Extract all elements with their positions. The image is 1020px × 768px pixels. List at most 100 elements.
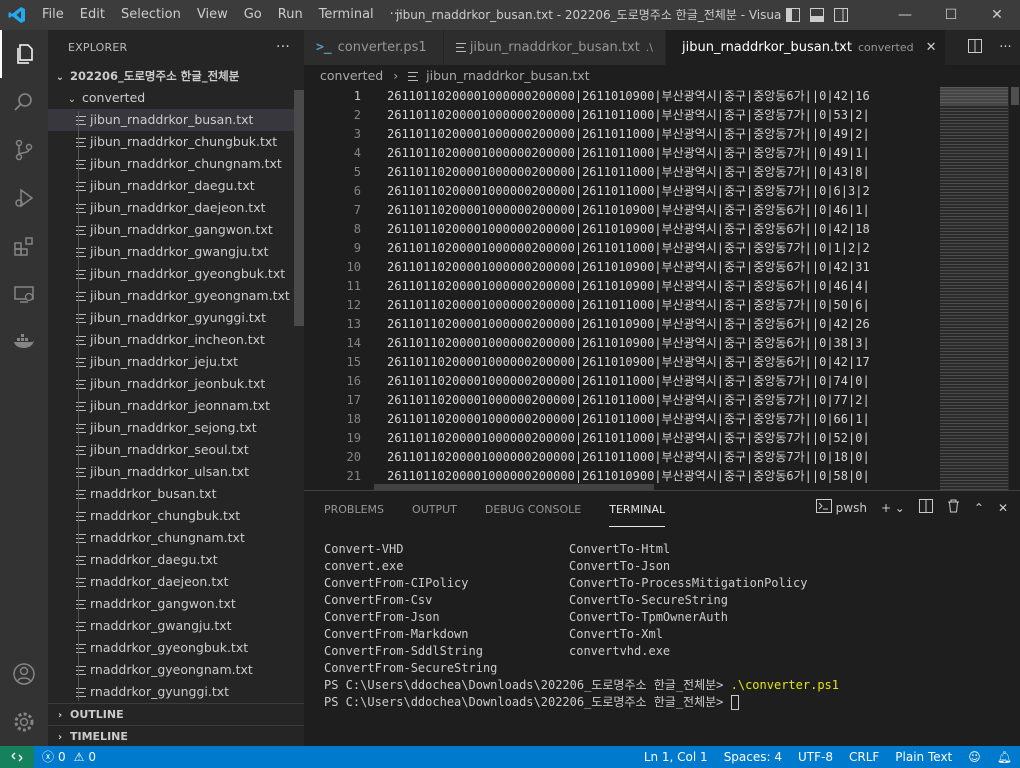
docker-icon[interactable]	[0, 318, 48, 366]
explorer-more-actions[interactable]: ···	[276, 30, 290, 65]
notifications-bell-icon[interactable]: 🔔︎	[989, 746, 1020, 768]
file-item[interactable]: rnaddrkor_chungnam.txt	[48, 527, 304, 549]
end-of-line[interactable]: CRLF	[841, 746, 887, 768]
timeline-section[interactable]: › TIMELINE	[48, 725, 304, 747]
maximize-button[interactable]: ☐	[928, 0, 974, 30]
extensions-icon[interactable]	[0, 222, 48, 270]
file-item[interactable]: jibun_rnaddrkor_incheon.txt	[48, 329, 304, 351]
new-terminal-icon[interactable]: + ⌄	[881, 501, 905, 515]
tab-busan-converted[interactable]: jibun_rnaddrkor_busan.txt converted ✕	[666, 30, 946, 65]
file-item[interactable]: jibun_rnaddrkor_gyunggi.txt	[48, 307, 304, 329]
file-item[interactable]: rnaddrkor_daegu.txt	[48, 549, 304, 571]
activity-bar	[0, 30, 48, 746]
close-button[interactable]: ✕	[974, 0, 1020, 30]
workspace-root-folder[interactable]: ⌄ 202206_도로명주소 한글_전체분	[48, 65, 304, 87]
file-item[interactable]: jibun_rnaddrkor_gwangju.txt	[48, 241, 304, 263]
line-number: 15	[346, 355, 361, 369]
tab-output[interactable]: OUTPUT	[412, 501, 457, 527]
menu-selection[interactable]: Selection	[113, 0, 189, 30]
more-actions-icon[interactable]: ···	[999, 40, 1011, 55]
menu-view[interactable]: View	[189, 0, 236, 30]
file-item[interactable]: jibun_rnaddrkor_daejeon.txt	[48, 197, 304, 219]
accounts-icon[interactable]	[0, 650, 48, 698]
problems-indicator[interactable]: ⓧ 0 ⚠ 0	[42, 746, 96, 768]
editor-area[interactable]: 1 26110110200001000000200000|2611010900|부…	[304, 87, 1020, 490]
breadcrumb-file[interactable]: jibun_rnaddrkor_busan.txt	[426, 68, 589, 83]
indentation[interactable]: Spaces: 4	[716, 746, 790, 768]
file-item[interactable]: jibun_rnaddrkor_jeonnam.txt	[48, 395, 304, 417]
tab-converter-ps1[interactable]: >_ converter.ps1	[304, 30, 444, 65]
language-mode[interactable]: Plain Text	[887, 746, 960, 768]
outline-section[interactable]: › OUTLINE	[48, 703, 304, 725]
file-item[interactable]: rnaddrkor_gyeongnam.txt	[48, 659, 304, 681]
file-item[interactable]: rnaddrkor_gyeongbuk.txt	[48, 637, 304, 659]
toggle-panel-icon[interactable]	[810, 8, 824, 22]
terminal-selector[interactable]: pwsh	[815, 499, 867, 516]
source-control-icon[interactable]	[0, 126, 48, 174]
file-item[interactable]: jibun_rnaddrkor_jeonbuk.txt	[48, 373, 304, 395]
file-item[interactable]: rnaddrkor_gangwon.txt	[48, 593, 304, 615]
file-item[interactable]: jibun_rnaddrkor_gyeongnam.txt	[48, 285, 304, 307]
feedback-icon[interactable]: ☺	[960, 746, 989, 768]
editor-scrollbar[interactable]	[1008, 87, 1020, 490]
close-panel-icon[interactable]: ✕	[998, 501, 1008, 515]
menu-go[interactable]: Go	[236, 0, 270, 30]
tab-busan-root[interactable]: jibun_rnaddrkor_busan.txt .\	[444, 30, 666, 65]
run-debug-icon[interactable]	[0, 174, 48, 222]
file-label: jibun_rnaddrkor_gyeongnam.txt	[90, 288, 290, 303]
explorer-title: EXPLORER	[68, 41, 128, 54]
menu-file[interactable]: File	[34, 0, 72, 30]
menu-edit[interactable]: Edit	[72, 0, 113, 30]
file-item[interactable]: rnaddrkor_chungbuk.txt	[48, 505, 304, 527]
menu-terminal[interactable]: Terminal	[311, 0, 382, 30]
minimize-button[interactable]: —	[882, 0, 928, 30]
file-item[interactable]: jibun_rnaddrkor_gangwon.txt	[48, 219, 304, 241]
status-bar: ⓧ 0 ⚠ 0 Ln 1, Col 1 Spaces: 4 UTF-8 CRLF…	[0, 746, 1020, 768]
file-item[interactable]: jibun_rnaddrkor_chungbuk.txt	[48, 131, 304, 153]
file-item[interactable]: jibun_rnaddrkor_ulsan.txt	[48, 461, 304, 483]
folder-converted[interactable]: ⌄ converted	[48, 87, 304, 109]
explorer-icon[interactable]	[0, 30, 48, 78]
maximize-panel-icon[interactable]: ⌃	[974, 501, 984, 515]
remote-explorer-icon[interactable]	[0, 270, 48, 318]
toggle-sidebar-icon[interactable]	[786, 8, 800, 22]
search-icon[interactable]	[0, 78, 48, 126]
file-item[interactable]: rnaddrkor_busan.txt	[48, 483, 304, 505]
trash-icon[interactable]	[947, 499, 960, 516]
file-item[interactable]: rnaddrkor_gyunggi.txt	[48, 681, 304, 703]
split-editor-icon[interactable]	[968, 38, 983, 57]
sidebar-scrollbar[interactable]	[294, 90, 304, 326]
remote-indicator-icon[interactable]	[0, 746, 34, 768]
file-item[interactable]: jibun_rnaddrkor_sejong.txt	[48, 417, 304, 439]
file-item[interactable]: jibun_rnaddrkor_daegu.txt	[48, 175, 304, 197]
file-item[interactable]: rnaddrkor_gwangju.txt	[48, 615, 304, 637]
breadcrumb-folder[interactable]: converted	[320, 68, 383, 83]
toggle-secondary-sidebar-icon[interactable]	[834, 8, 848, 22]
minimap-slider[interactable]	[940, 87, 1008, 105]
close-tab-icon[interactable]: ✕	[926, 40, 937, 55]
tab-debug-console[interactable]: DEBUG CONSOLE	[485, 501, 581, 527]
layout-controls	[786, 0, 848, 30]
file-item[interactable]: jibun_rnaddrkor_jeju.txt	[48, 351, 304, 373]
file-item[interactable]: jibun_rnaddrkor_seoul.txt	[48, 439, 304, 461]
vscode-logo-icon	[0, 0, 34, 30]
code-line: 7 26110110200001000000200000|2611010900|부…	[304, 201, 1020, 220]
encoding[interactable]: UTF-8	[790, 746, 841, 768]
file-label: rnaddrkor_busan.txt	[90, 486, 217, 501]
split-terminal-icon[interactable]	[918, 499, 933, 516]
file-item[interactable]: jibun_rnaddrkor_busan.txt	[48, 109, 304, 131]
line-text: 26110110200001000000200000|2611010900|부산…	[387, 317, 870, 331]
minimap[interactable]	[940, 87, 1008, 490]
tab-actions: ···	[960, 30, 1020, 65]
panel-actions: pwsh + ⌄ ⌃ ✕	[815, 499, 1008, 516]
menu-run[interactable]: Run	[270, 0, 311, 30]
manage-gear-icon[interactable]	[0, 698, 48, 746]
line-text: 26110110200001000000200000|2611011000|부산…	[387, 184, 870, 198]
tab-problems[interactable]: PROBLEMS	[324, 501, 384, 527]
file-item[interactable]: jibun_rnaddrkor_chungnam.txt	[48, 153, 304, 175]
tab-terminal[interactable]: TERMINAL	[609, 501, 666, 527]
file-item[interactable]: jibun_rnaddrkor_gyeongbuk.txt	[48, 263, 304, 285]
cursor-position[interactable]: Ln 1, Col 1	[636, 746, 716, 768]
file-item[interactable]: rnaddrkor_daejeon.txt	[48, 571, 304, 593]
line-number: 3	[353, 127, 361, 141]
